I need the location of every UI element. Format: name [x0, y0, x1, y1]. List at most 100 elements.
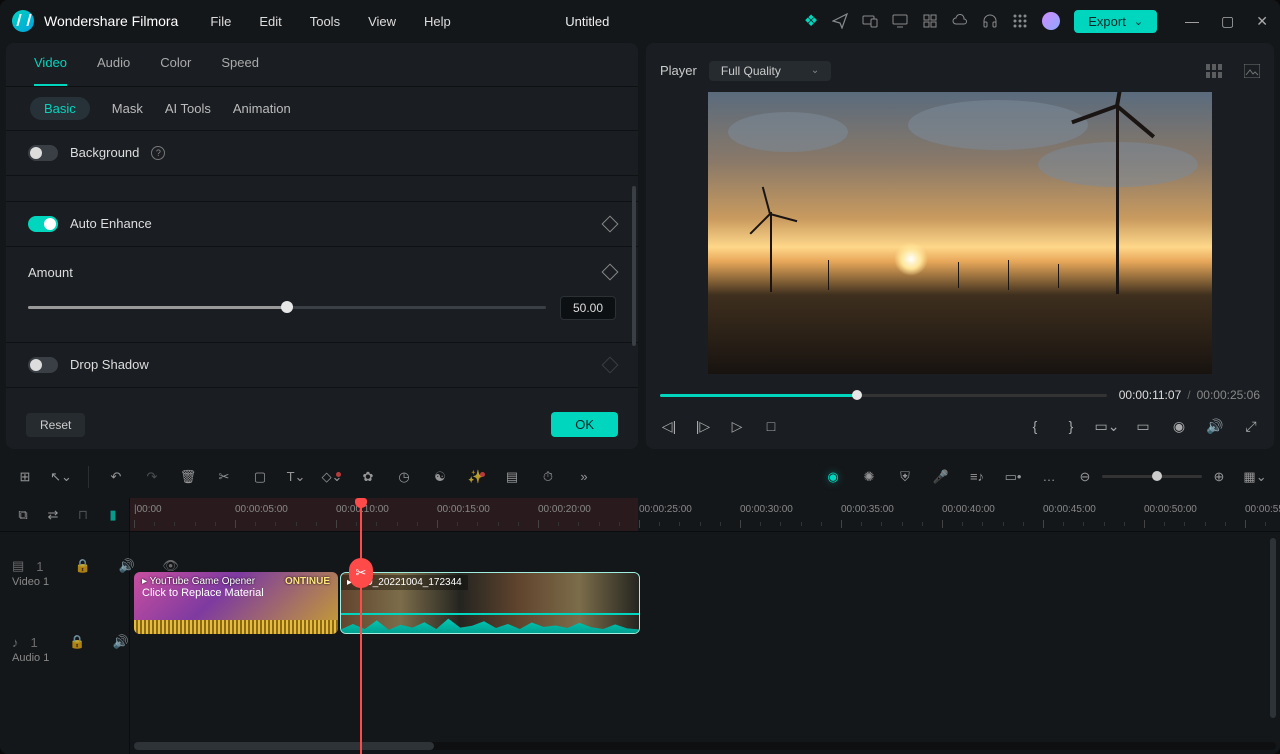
tab-speed[interactable]: Speed	[221, 55, 259, 86]
volume-button[interactable]: 🔊	[1206, 417, 1224, 435]
timeline-vertical-scrollbar[interactable]	[1270, 538, 1276, 718]
mic-button[interactable]: 🎤	[932, 468, 950, 486]
snapshot-button[interactable]: ◉	[1170, 417, 1188, 435]
playhead-cut-icon[interactable]: ✂	[349, 558, 373, 588]
audio-mixer-button[interactable]: ≡♪	[968, 468, 986, 486]
zoom-out-button[interactable]: ⊖	[1076, 468, 1094, 486]
tab-mask[interactable]: Mask	[112, 101, 143, 116]
drop-shadow-label: Drop Shadow	[70, 357, 149, 372]
export-button[interactable]: Export	[1074, 10, 1157, 33]
devices-icon[interactable]	[862, 13, 878, 29]
headphones-icon[interactable]	[982, 13, 998, 29]
ok-button[interactable]: OK	[551, 412, 618, 437]
tab-audio[interactable]: Audio	[97, 55, 130, 86]
auto-enhance-toggle[interactable]	[28, 216, 58, 232]
inspector-tabs-primary: Video Audio Color Speed	[6, 43, 638, 87]
link-tracks-button[interactable]: ⇄	[44, 506, 62, 524]
undo-button[interactable]: ↶	[107, 468, 125, 486]
image-icon[interactable]	[1244, 64, 1260, 78]
prev-frame-button[interactable]: ◁|	[660, 417, 678, 435]
quality-dropdown[interactable]: Full Quality	[709, 61, 831, 81]
library-icon[interactable]	[922, 13, 938, 29]
record-screen-button[interactable]: ▭•	[1004, 468, 1022, 486]
keyframe-tool-button[interactable]: ▤	[503, 468, 521, 486]
split-button[interactable]: ✂	[215, 468, 233, 486]
captions-button[interactable]: …	[1040, 468, 1058, 486]
menu-edit[interactable]: Edit	[259, 14, 281, 29]
drop-shadow-keyframe-icon[interactable]	[602, 356, 619, 373]
window-close[interactable]: ✕	[1256, 13, 1268, 30]
adjust-button[interactable]: ◇⌄	[323, 468, 341, 486]
timeline-horizontal-scrollbar[interactable]	[134, 742, 1276, 750]
auto-enhance-label: Auto Enhance	[70, 216, 152, 231]
amount-value-field[interactable]: 50.00	[560, 296, 616, 320]
zoom-slider[interactable]	[1102, 475, 1202, 478]
audio-track-header[interactable]: ♪1 🔒 🔊 Audio 1	[0, 626, 129, 676]
timeline-ruler[interactable]: |00:0000:00:05:0000:00:10:0000:00:15:000…	[130, 498, 1280, 532]
shield-button[interactable]: ⛨	[896, 468, 914, 486]
mark-out-button[interactable]: }	[1062, 417, 1080, 435]
clip-youtube-opener[interactable]: ▸ YouTube Game OpenerONTINUE Click to Re…	[134, 572, 338, 634]
redo-button[interactable]: ↷	[143, 468, 161, 486]
apps-icon[interactable]	[1012, 13, 1028, 29]
more-tools-button[interactable]: »	[575, 468, 593, 486]
gift-icon[interactable]: ❖	[804, 11, 818, 31]
next-frame-button[interactable]: |▷	[694, 417, 712, 435]
delete-button[interactable]: 🗑	[179, 468, 197, 486]
video-track-header[interactable]: ▤1 🔒 🔊 👁 Video 1	[0, 532, 129, 626]
tab-basic[interactable]: Basic	[30, 97, 90, 120]
cloud-icon[interactable]	[952, 13, 968, 29]
effects-button[interactable]: ✨	[467, 468, 485, 486]
timeline-view-button[interactable]: ▦⌄	[1246, 468, 1264, 486]
toolbox-icon[interactable]: ⊞	[16, 468, 34, 486]
crop-button[interactable]: ▢	[251, 468, 269, 486]
amount-keyframe-icon[interactable]	[602, 264, 619, 281]
tab-animation[interactable]: Animation	[233, 101, 291, 116]
add-track-button[interactable]: ⧉	[14, 506, 32, 524]
color-tag-button[interactable]: ✿	[359, 468, 377, 486]
mask-tool-button[interactable]: ☯	[431, 468, 449, 486]
menu-view[interactable]: View	[368, 14, 396, 29]
marker-button[interactable]: ▮	[104, 506, 122, 524]
layout-grid-icon[interactable]	[1206, 64, 1222, 78]
preview-canvas[interactable]	[708, 92, 1212, 374]
fullscreen-button[interactable]: ⤢	[1242, 417, 1260, 435]
play-button[interactable]: ▷	[728, 417, 746, 435]
tab-color[interactable]: Color	[160, 55, 191, 86]
speed-button[interactable]: ◷	[395, 468, 413, 486]
ai-assistant-button[interactable]: ◉	[824, 468, 842, 486]
ratio-dropdown[interactable]: ▭⌄	[1098, 417, 1116, 435]
app-logo	[12, 10, 34, 32]
menu-tools[interactable]: Tools	[310, 14, 340, 29]
pointer-icon[interactable]: ↖⌄	[52, 468, 70, 486]
timer-button[interactable]: ⏱	[539, 468, 557, 486]
text-button[interactable]: T⌄	[287, 468, 305, 486]
menu-file[interactable]: File	[210, 14, 231, 29]
clip-vid-20221004[interactable]: ▸VID_20221004_172344	[340, 572, 640, 634]
player-progress-bar[interactable]	[660, 394, 1107, 397]
display-button[interactable]: ▭	[1134, 417, 1152, 435]
zoom-in-button[interactable]: ⊕	[1210, 468, 1228, 486]
background-toggle[interactable]	[28, 145, 58, 161]
send-icon[interactable]	[832, 13, 848, 29]
magnet-button[interactable]: ⊓	[74, 506, 92, 524]
window-maximize[interactable]: ▢	[1221, 13, 1234, 30]
tab-video[interactable]: Video	[34, 55, 67, 86]
window-minimize[interactable]: —	[1185, 13, 1199, 30]
title-bar: Wondershare Filmora File Edit Tools View…	[0, 0, 1280, 43]
drop-shadow-toggle[interactable]	[28, 357, 58, 373]
stop-button[interactable]: □	[762, 417, 780, 435]
tab-ai-tools[interactable]: AI Tools	[165, 101, 211, 116]
amount-slider[interactable]	[28, 306, 546, 309]
inspector-panel: Video Audio Color Speed Basic Mask AI To…	[6, 43, 638, 450]
background-help-icon[interactable]: ?	[151, 146, 165, 160]
reset-button[interactable]: Reset	[26, 413, 85, 437]
timeline-body[interactable]: |00:0000:00:05:0000:00:10:0000:00:15:000…	[130, 498, 1280, 754]
auto-enhance-keyframe-icon[interactable]	[602, 215, 619, 232]
account-avatar[interactable]	[1042, 12, 1060, 30]
desktop-icon[interactable]	[892, 13, 908, 29]
mark-in-button[interactable]: {	[1026, 417, 1044, 435]
enhance-fx-button[interactable]: ✺	[860, 468, 878, 486]
inspector-scrollbar[interactable]	[632, 186, 636, 346]
timeline-toolbar: ⊞ ↖⌄ ↶ ↷ 🗑 ✂ ▢ T⌄ ◇⌄ ✿ ◷ ☯ ✨ ▤ ⏱ » ◉ ✺ ⛨…	[0, 455, 1280, 498]
